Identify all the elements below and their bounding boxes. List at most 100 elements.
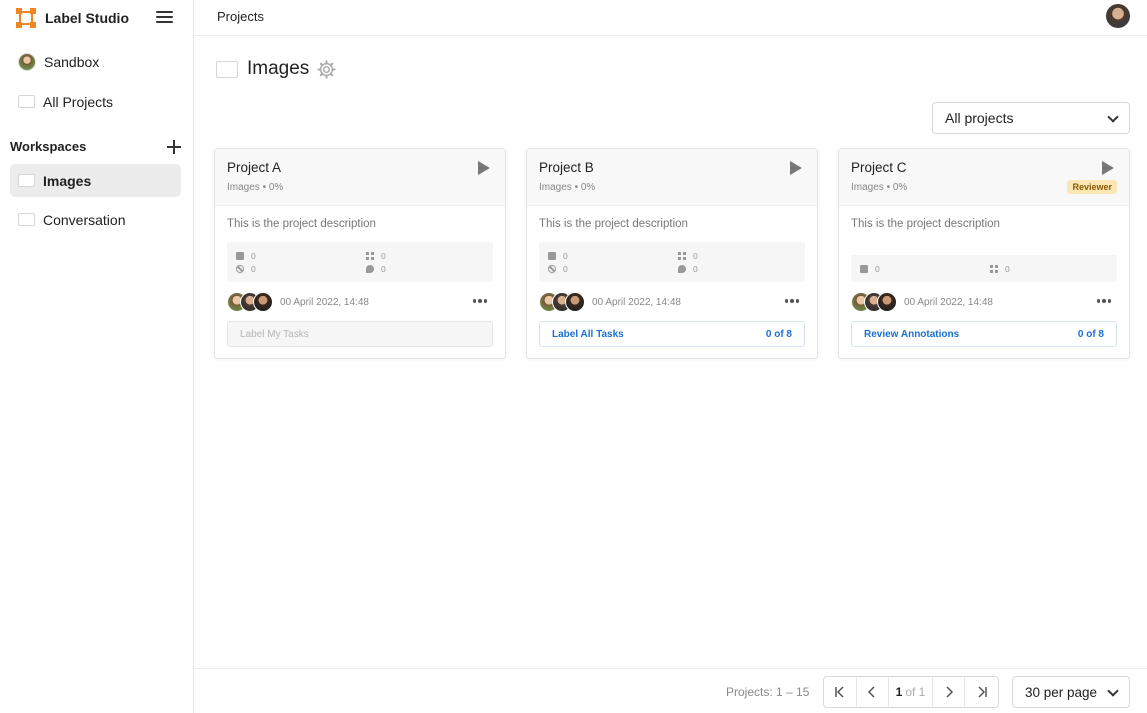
play-icon[interactable]: [1102, 161, 1114, 175]
project-date: 00 April 2022, 14:48: [280, 297, 369, 308]
workspace-item-label: Images: [43, 172, 92, 189]
comment-icon: [678, 265, 686, 273]
task-count: 0 of 8: [1077, 328, 1104, 340]
project-title[interactable]: Project A: [227, 160, 281, 175]
workspace-item-conversation[interactable]: Conversation: [10, 203, 181, 236]
label-all-tasks-button[interactable]: Label All Tasks 0 of 8: [539, 321, 805, 347]
add-workspace-plus-icon[interactable]: [167, 140, 181, 154]
page-size-value: 30 per page: [1025, 684, 1098, 700]
folder-icon: [18, 95, 35, 108]
project-subtitle: Images • 0%: [851, 182, 908, 193]
square-icon: [548, 252, 556, 260]
stat-comments: 0: [366, 264, 386, 274]
sidebar-item-label: Sandbox: [44, 53, 100, 70]
stat-completed: 0: [236, 251, 256, 261]
pagination-bar: Projects: 1 – 15 1 of 1 30 per page: [194, 668, 1147, 713]
sidebar-item-label: All Projects: [43, 93, 114, 110]
project-description: This is the project description: [227, 218, 376, 230]
project-stats: 0 0 0 0: [227, 242, 493, 282]
region-icon: [366, 252, 374, 260]
avatar: [877, 292, 897, 312]
project-title[interactable]: Project B: [539, 160, 594, 175]
workspace-item-label: Conversation: [43, 211, 126, 228]
last-page-icon[interactable]: [965, 677, 998, 707]
prev-page-icon[interactable]: [857, 677, 890, 707]
play-icon[interactable]: [790, 161, 802, 175]
project-card-header: Project B Images • 0%: [527, 149, 817, 206]
project-filter-value: All projects: [945, 110, 1014, 126]
current-page[interactable]: 1 of 1: [889, 677, 933, 707]
region-icon: [990, 265, 998, 273]
review-annotations-button[interactable]: Review Annotations 0 of 8: [851, 321, 1117, 347]
workspace-item-images[interactable]: Images: [10, 164, 181, 197]
page-title: Images: [247, 58, 310, 79]
pagination: 1 of 1: [823, 676, 999, 708]
ban-icon: [236, 265, 244, 273]
project-stats: 0 0: [851, 255, 1117, 282]
app-name: Label Studio: [45, 9, 129, 26]
stat-skipped: 0: [548, 264, 568, 274]
sidebar-item-all-projects[interactable]: All Projects: [10, 85, 181, 118]
sidebar: Label Studio Sandbox All Projects Worksp…: [0, 0, 194, 713]
page-size-select[interactable]: 30 per page: [1012, 676, 1130, 708]
project-card[interactable]: Project A Images • 0% This is the projec…: [214, 148, 506, 359]
projects-count: Projects: 1 – 15: [726, 685, 810, 699]
member-avatars: [851, 292, 897, 312]
stat-completed: 0: [548, 251, 568, 261]
member-avatars: [539, 292, 585, 312]
folder-icon: [18, 174, 35, 187]
current-page-number: 1: [895, 685, 903, 699]
member-avatars: [227, 292, 273, 312]
square-icon: [860, 265, 868, 273]
project-stats: 0 0 0 0: [539, 242, 805, 282]
page-title-row: Images: [216, 58, 336, 80]
stat-regions: 0: [990, 264, 1010, 274]
project-card[interactable]: Project C Images • 0% Reviewer This is t…: [838, 148, 1130, 359]
project-date: 00 April 2022, 14:48: [904, 297, 993, 308]
square-icon: [236, 252, 244, 260]
hamburger-menu-icon[interactable]: [156, 9, 173, 25]
next-page-icon[interactable]: [933, 677, 966, 707]
avatar: [253, 292, 273, 312]
project-subtitle: Images • 0%: [539, 182, 596, 193]
project-subtitle: Images • 0%: [227, 182, 284, 193]
project-description: This is the project description: [539, 218, 688, 230]
stat-skipped: 0: [236, 264, 256, 274]
app-root: Label Studio Sandbox All Projects Worksp…: [0, 0, 1147, 713]
sidebar-item-sandbox[interactable]: Sandbox: [10, 45, 181, 78]
project-card-meta: 00 April 2022, 14:48: [227, 292, 493, 312]
top-bar: Projects: [194, 0, 1147, 36]
total-pages: of 1: [905, 685, 926, 699]
project-filter-select[interactable]: All projects: [932, 102, 1130, 134]
workspaces-heading: Workspaces: [10, 139, 87, 154]
user-avatar[interactable]: [1106, 4, 1130, 28]
action-label: Label All Tasks: [552, 328, 624, 340]
gear-icon[interactable]: [317, 59, 336, 79]
chevron-down-icon: [1107, 685, 1119, 697]
project-date: 00 April 2022, 14:48: [592, 297, 681, 308]
more-options-icon[interactable]: [472, 299, 487, 303]
avatar: [565, 292, 585, 312]
project-title[interactable]: Project C: [851, 160, 907, 175]
first-page-icon[interactable]: [824, 677, 857, 707]
comment-icon: [366, 265, 374, 273]
stat-regions: 0: [366, 251, 386, 261]
project-card-header: Project A Images • 0%: [215, 149, 505, 206]
more-options-icon[interactable]: [784, 299, 799, 303]
play-icon[interactable]: [478, 161, 490, 175]
project-card[interactable]: Project B Images • 0% This is the projec…: [526, 148, 818, 359]
label-my-tasks-button[interactable]: Label My Tasks: [227, 321, 493, 347]
sandbox-avatar: [18, 52, 36, 71]
stat-comments: 0: [678, 264, 698, 274]
role-badge: Reviewer: [1067, 180, 1117, 194]
task-count: 0 of 8: [765, 328, 792, 340]
region-icon: [678, 252, 686, 260]
more-options-icon[interactable]: [1096, 299, 1111, 303]
project-description: This is the project description: [851, 218, 1000, 230]
folder-icon: [216, 60, 238, 78]
stat-completed: 0: [860, 264, 880, 274]
ban-icon: [548, 265, 556, 273]
folder-icon: [18, 213, 35, 226]
breadcrumb[interactable]: Projects: [217, 9, 264, 24]
project-card-meta: 00 April 2022, 14:48: [539, 292, 805, 312]
